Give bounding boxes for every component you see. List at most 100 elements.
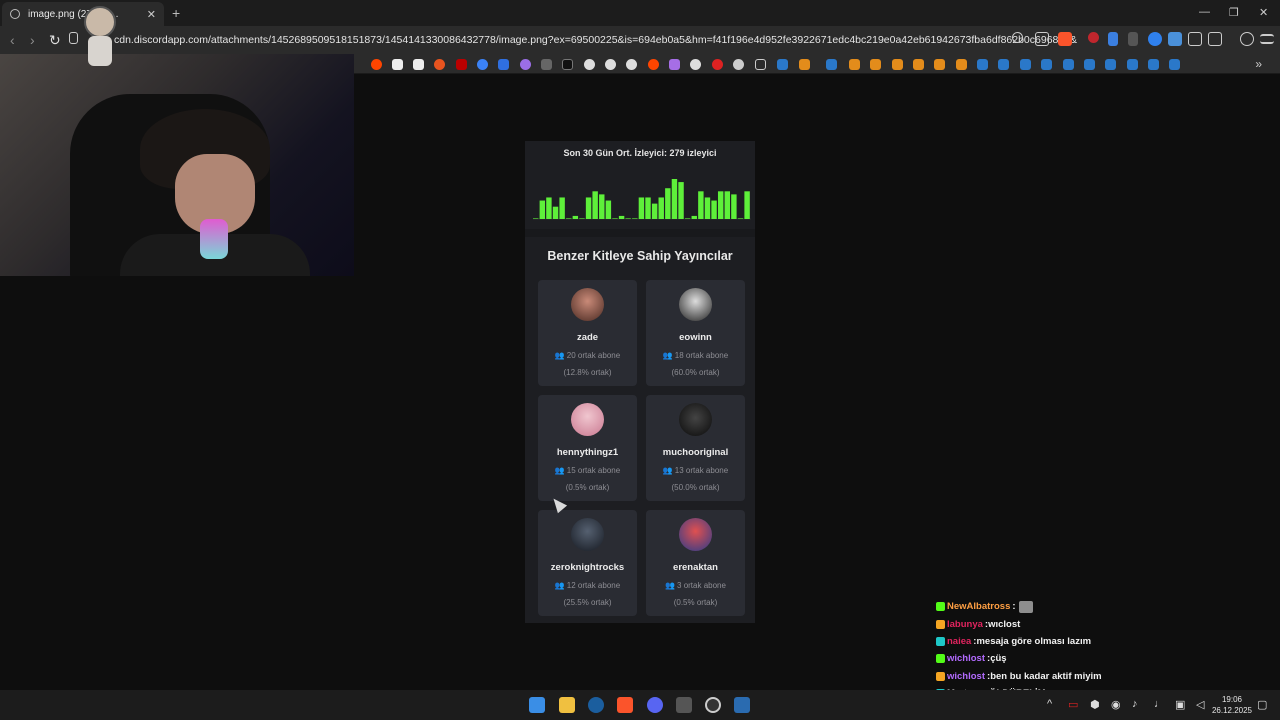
window-close-button[interactable]: ✕ [1259,6,1268,19]
bookmark-icon[interactable] [669,59,680,70]
bookmarks-overflow-button[interactable]: » [1255,57,1262,71]
tray-app-icon[interactable]: ⬢ [1090,698,1100,711]
zoom-icon[interactable] [1012,32,1023,43]
bookmark-icon[interactable] [712,59,723,70]
tray-app-icon[interactable]: ▭ [1068,698,1078,711]
volume-icon[interactable]: ◁ [1196,698,1204,711]
network-icon[interactable]: ▣ [1175,698,1185,711]
bookmark-icon[interactable] [956,59,967,70]
chat-username[interactable]: labunya [947,619,983,630]
music-icon[interactable] [1240,32,1254,46]
tray-steam-icon[interactable]: ◉ [1111,698,1121,711]
streamer-card[interactable]: zade 👥 20 ortak abone (12.8% ortak) [538,280,637,386]
steam-bookmark-icon[interactable] [777,59,788,70]
bookmark-icon[interactable] [934,59,945,70]
streamer-card[interactable]: eowinn 👥 18 ortak abone (60.0% ortak) [646,280,745,386]
bookmark-icon[interactable] [870,59,881,70]
brave-icon[interactable] [617,697,633,713]
steam-bookmark-icon[interactable] [1063,59,1074,70]
globe-bookmark-icon[interactable] [584,59,595,70]
file-explorer-icon[interactable] [559,697,575,713]
steam-bookmark-icon[interactable] [1041,59,1052,70]
globe-bookmark-icon[interactable] [605,59,616,70]
forward-button[interactable]: › [30,32,35,48]
notification-icon[interactable]: ▢ [1257,698,1267,711]
chat-username[interactable]: NewAlbatross [947,601,1010,612]
date: 26.12.2025 [1211,706,1253,715]
reddit-bookmark-icon[interactable] [648,59,659,70]
address-bar[interactable]: cdn.discordapp.com/attachments/145268950… [114,34,1077,46]
chart-bar [665,188,671,219]
extension-icon[interactable] [1168,32,1182,46]
speaker-icon[interactable]: ♪ [1132,698,1138,710]
sidebar-icon[interactable] [1208,32,1222,46]
clock[interactable]: 19:06 26.12.2025 [1210,694,1254,716]
steam-bookmark-icon[interactable] [1105,59,1116,70]
navigation-bar: ‹ › ↻ cdn.discordapp.com/attachments/145… [0,26,1280,54]
tab-close-button[interactable]: ✕ [147,8,156,21]
bookmark-icon[interactable] [477,59,488,70]
folder-icon[interactable] [755,59,766,70]
bookmark-icon[interactable] [520,59,531,70]
bookmark-icon[interactable] [456,59,467,70]
steam-bookmark-icon[interactable] [1169,59,1180,70]
bookmark-icon[interactable] [434,59,445,70]
chat-badge-icon [936,654,945,664]
chat-badge-icon [936,671,945,681]
steam-bookmark-icon[interactable] [1127,59,1138,70]
brave-shields-icon[interactable] [1058,32,1072,46]
bookmark-icon[interactable] [69,32,78,44]
chat-username[interactable]: wichlost [947,671,985,682]
bookmark-icon[interactable] [799,59,810,70]
bookmark-icon[interactable] [733,59,744,70]
streamer-card[interactable]: hennythingz1 👥 15 ortak abone (0.5% ortak… [538,395,637,501]
streamer-name: zeroknightrocks [550,562,625,573]
bookmark-icon[interactable] [392,59,403,70]
extension-icon[interactable] [1108,32,1118,46]
reddit-bookmark-icon[interactable] [371,59,382,70]
chat-username[interactable]: naiea [947,636,971,647]
back-button[interactable]: ‹ [10,32,15,48]
bookmark-icon[interactable] [913,59,924,70]
chevron-up-icon[interactable]: ^ [1047,698,1052,710]
window-minimize-button[interactable]: — [1199,6,1210,18]
bookmark-icon[interactable] [498,59,509,70]
chat-username[interactable]: wichlost [947,653,985,664]
bookmark-icon[interactable] [541,59,552,70]
new-tab-button[interactable]: + [172,5,180,21]
steam-icon[interactable] [588,697,604,713]
ublock-icon[interactable] [1088,32,1099,43]
globe-bookmark-icon[interactable] [690,59,701,70]
discord-icon[interactable] [647,697,663,713]
bookmark-icon[interactable] [849,59,860,70]
steam-bookmark-icon[interactable] [977,59,988,70]
shared-subscribers: 👥 18 ortak abone [662,351,729,360]
amazon-bookmark-icon[interactable] [413,59,424,70]
share-icon[interactable] [1035,32,1049,46]
windows-start-icon[interactable] [529,697,545,713]
extensions-puzzle-icon[interactable] [1188,32,1202,46]
users-icon: 👥 [662,351,673,360]
globe-bookmark-icon[interactable] [626,59,637,70]
reload-button[interactable]: ↻ [49,32,61,49]
steam-bookmark-icon[interactable] [998,59,1009,70]
kick-bookmark-icon[interactable] [562,59,573,70]
menu-icon[interactable] [1260,34,1274,44]
app-icon[interactable] [734,697,750,713]
microphone-icon[interactable]: ♩ [1154,698,1165,710]
streamer-name: zade [576,332,599,343]
streamer-card[interactable]: muchooriginal 👥 13 ortak abone (50.0% ort… [646,395,745,501]
chart-bar [744,191,750,219]
steam-bookmark-icon[interactable] [1148,59,1159,70]
bookmark-icon[interactable] [892,59,903,70]
steam-bookmark-icon[interactable] [1020,59,1031,70]
streamer-card[interactable]: zeroknightrocks 👥 12 ortak abone (25.5% o… [538,510,637,616]
obs-icon[interactable] [705,697,721,713]
extension-icon[interactable] [1128,32,1138,46]
extension-icon[interactable] [1148,32,1162,46]
app-icon[interactable] [676,697,692,713]
streamer-card[interactable]: erenaktan 👥 3 ortak abone (0.5% ortak) [646,510,745,616]
steam-bookmark-icon[interactable] [826,59,837,70]
steam-bookmark-icon[interactable] [1084,59,1095,70]
window-restore-button[interactable]: ❐ [1229,6,1239,19]
